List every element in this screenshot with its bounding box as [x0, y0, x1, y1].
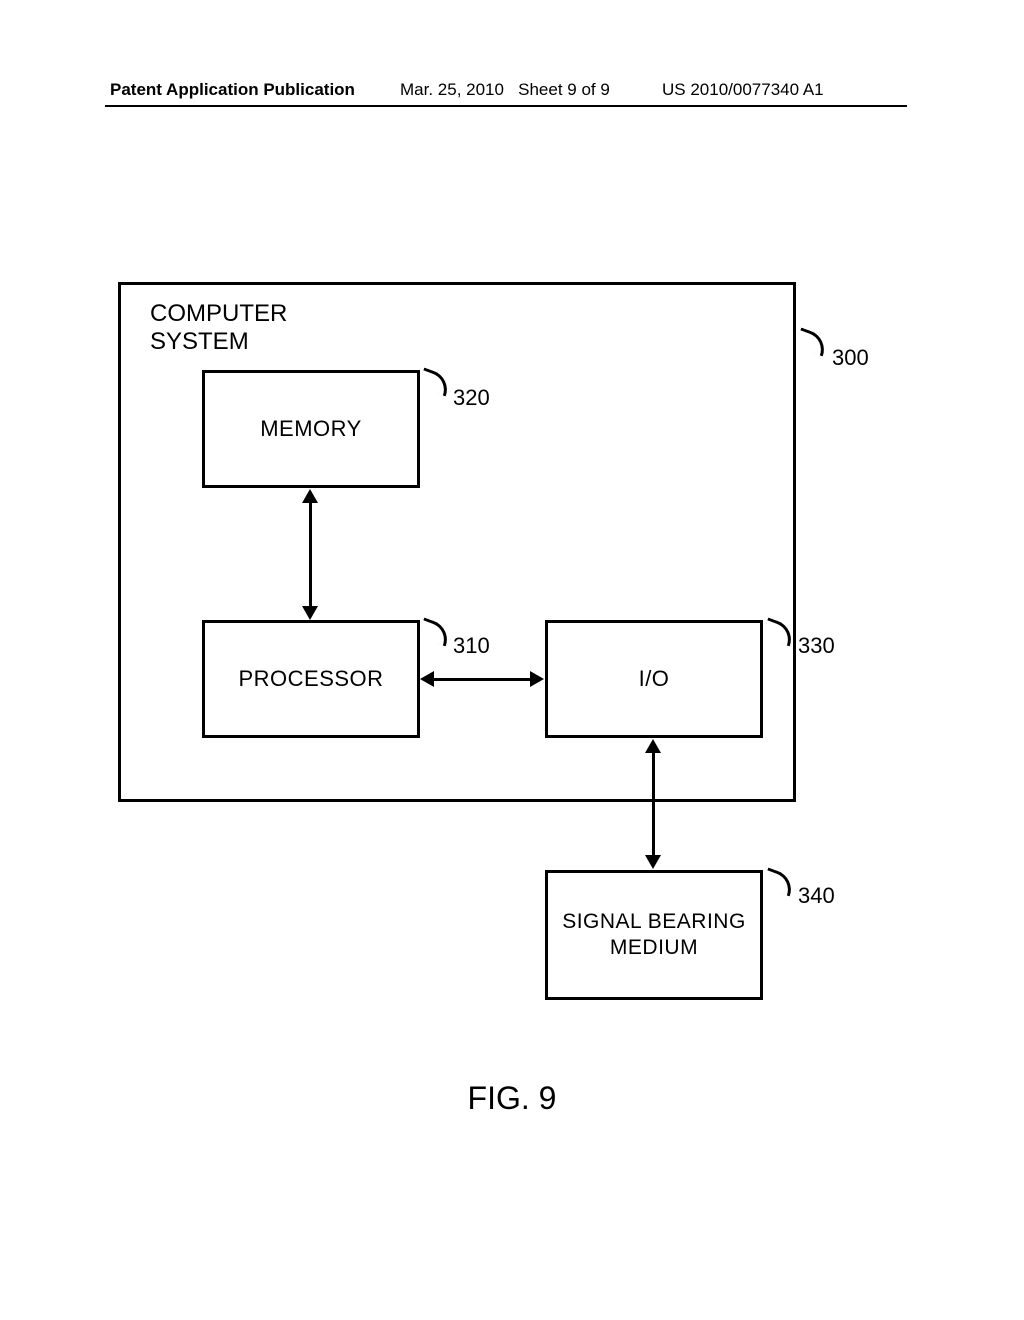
ref-300: 300	[832, 345, 869, 371]
connector-processor-io	[432, 678, 532, 681]
ref-330: 330	[798, 633, 835, 659]
arrowhead-up-icon	[302, 489, 318, 503]
label-memory: MEMORY	[260, 416, 362, 442]
arrowhead-down-icon	[302, 606, 318, 620]
header-sheet: Sheet 9 of 9	[518, 80, 610, 99]
page-header: Patent Application Publication Mar. 25, …	[0, 80, 1024, 106]
label-processor: PROCESSOR	[238, 666, 383, 692]
arrowhead-up-icon	[645, 739, 661, 753]
connector-io-medium	[652, 750, 655, 858]
connector-memory-processor	[309, 500, 312, 610]
ref-310: 310	[453, 633, 490, 659]
header-date-sheet: Mar. 25, 2010 Sheet 9 of 9	[400, 80, 610, 100]
figure-caption: FIG. 9	[0, 1080, 1024, 1117]
ref-320: 320	[453, 385, 490, 411]
arrowhead-down-icon	[645, 855, 661, 869]
arrowhead-right-icon	[530, 671, 544, 687]
header-rule	[105, 105, 907, 107]
ref-340: 340	[798, 883, 835, 909]
arrowhead-left-icon	[420, 671, 434, 687]
box-processor: PROCESSOR	[202, 620, 420, 738]
box-io: I/O	[545, 620, 763, 738]
label-computer-system: COMPUTER SYSTEM	[150, 300, 287, 356]
header-pubno: US 2010/0077340 A1	[662, 80, 824, 100]
label-signal-bearing-medium: SIGNAL BEARING MEDIUM	[548, 909, 760, 962]
header-publication-type: Patent Application Publication	[110, 80, 355, 100]
header-date: Mar. 25, 2010	[400, 80, 504, 99]
box-memory: MEMORY	[202, 370, 420, 488]
box-signal-bearing-medium: SIGNAL BEARING MEDIUM	[545, 870, 763, 1000]
leader-300	[794, 327, 829, 356]
label-io: I/O	[639, 666, 670, 692]
leader-340	[761, 867, 796, 896]
